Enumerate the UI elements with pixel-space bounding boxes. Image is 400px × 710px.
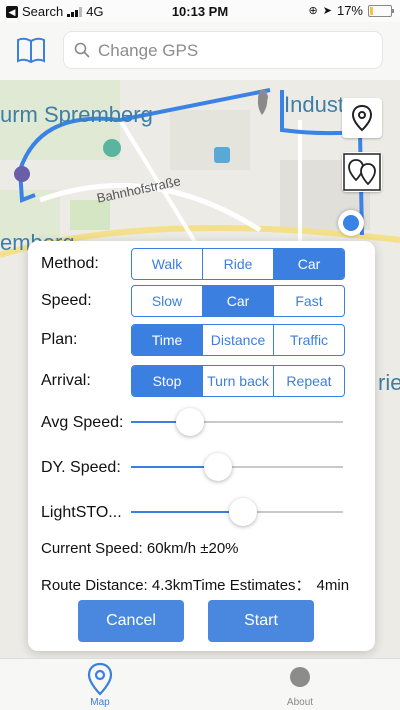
map-label-cut: rie [378,370,400,395]
orientation-lock-icon: ⊕ [308,5,318,17]
speed-option-fast[interactable]: Fast [273,286,344,316]
plan-segmented-control: Time Distance Traffic [131,324,345,356]
speed-segmented-control: Slow Car Fast [131,285,345,317]
search-input[interactable] [96,32,370,70]
method-option-walk[interactable]: Walk [132,249,202,279]
tab-about-label: About [286,697,314,708]
method-option-car[interactable]: Car [273,249,344,279]
time-estimates-label: Time Estimates： [192,577,311,594]
slider-thumb[interactable] [229,498,258,526]
single-pin-button[interactable] [342,98,382,138]
route-distance-text: Route Distance: 4.3km [41,577,193,594]
speed-option-slow[interactable]: Slow [132,286,202,316]
dy-speed-slider[interactable] [131,452,343,482]
multi-pin-icon [343,153,381,191]
arrival-label: Arrival: [41,372,91,389]
dy-speed-label: DY. Speed: [41,459,121,476]
arrival-option-turn-back[interactable]: Turn back [202,366,273,396]
tab-bar: Map About [0,658,400,710]
book-icon[interactable] [16,36,46,64]
start-button[interactable]: Start [208,600,314,642]
arrival-option-stop[interactable]: Stop [132,366,202,396]
route-info: Route Distance: 4.3kmTime Estimates： 4min [41,574,349,595]
location-arrow-icon: ➤ [322,5,332,17]
status-right: ⊕ ➤ 17% [308,3,394,18]
plan-option-time[interactable]: Time [132,325,202,355]
speed-label: Speed: [41,292,92,309]
slider-thumb[interactable] [203,453,232,481]
method-option-ride[interactable]: Ride [202,249,273,279]
avg-speed-slider[interactable] [131,407,343,437]
method-label: Method: [41,255,99,272]
time-estimates-value: 4min [316,577,350,594]
gps-location-icon[interactable] [338,210,364,236]
plan-option-traffic[interactable]: Traffic [273,325,344,355]
about-icon [290,667,310,687]
map-pin-icon [351,104,373,132]
map-label-place: urm Spremberg [0,102,153,127]
status-bar: ◀ Search 4G 10:13 PM ⊕ ➤ 17% [0,0,400,22]
search-icon [74,42,90,58]
battery-icon [368,4,394,17]
speed-option-car[interactable]: Car [202,286,273,316]
multi-pin-button[interactable] [342,152,382,192]
battery-percent: 17% [336,3,363,18]
top-bar [0,22,400,80]
simulation-settings-panel: Method: Walk Ride Car Speed: Slow Car Fa… [28,241,375,651]
current-speed-text: Current Speed: 60km/h ±20% [41,540,239,557]
map-pin-icon [87,662,113,696]
slider-thumb[interactable] [176,408,205,436]
avg-speed-label: Avg Speed: [41,414,124,431]
tab-about[interactable]: About [250,659,350,710]
plan-option-distance[interactable]: Distance [202,325,273,355]
tab-map[interactable]: Map [50,659,150,710]
search-box[interactable] [64,32,382,70]
arrival-option-repeat[interactable]: Repeat [273,366,344,396]
cancel-button[interactable]: Cancel [78,600,184,642]
arrival-segmented-control: Stop Turn back Repeat [131,365,345,397]
lightsto-label: LightSTO... [41,504,122,521]
plan-label: Plan: [41,331,78,348]
lightsto-slider[interactable] [131,497,343,527]
tab-map-label: Map [90,697,110,708]
method-segmented-control: Walk Ride Car [131,248,345,280]
slider-fill [131,511,244,513]
